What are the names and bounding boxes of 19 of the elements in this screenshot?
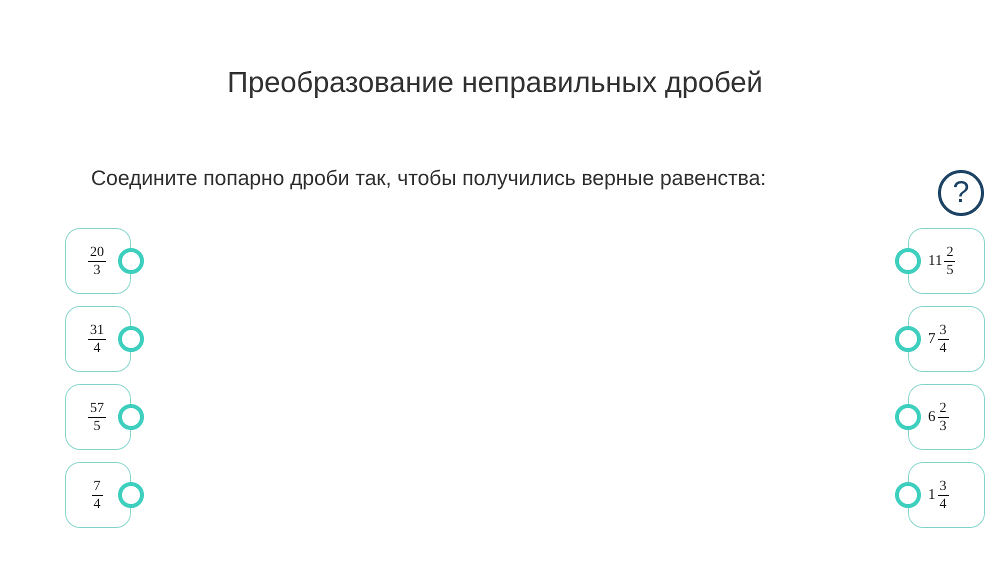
connector-handle[interactable] xyxy=(895,326,921,352)
match-card[interactable]: 31 4 xyxy=(65,306,131,372)
connector-handle[interactable] xyxy=(895,248,921,274)
connector-handle[interactable] xyxy=(895,482,921,508)
connector-handle[interactable] xyxy=(118,326,144,352)
connector-handle[interactable] xyxy=(118,404,144,430)
connector-handle[interactable] xyxy=(118,482,144,508)
match-card[interactable]: 20 3 xyxy=(65,228,131,294)
fraction: 7 4 xyxy=(92,478,102,512)
fraction: 20 3 xyxy=(88,244,106,278)
fraction: 57 5 xyxy=(88,400,106,434)
fraction: 31 4 xyxy=(88,322,106,356)
connector-handle[interactable] xyxy=(895,404,921,430)
instruction-text: Соедините попарно дроби так, чтобы получились верные равенства: xyxy=(91,166,766,192)
connector-handle[interactable] xyxy=(118,248,144,274)
match-card[interactable]: 57 5 xyxy=(65,384,131,450)
page-title: Преобразование неправильных дробей xyxy=(226,66,764,101)
help-button[interactable]: ? xyxy=(938,170,984,216)
match-card[interactable]: 7 4 xyxy=(65,462,131,528)
